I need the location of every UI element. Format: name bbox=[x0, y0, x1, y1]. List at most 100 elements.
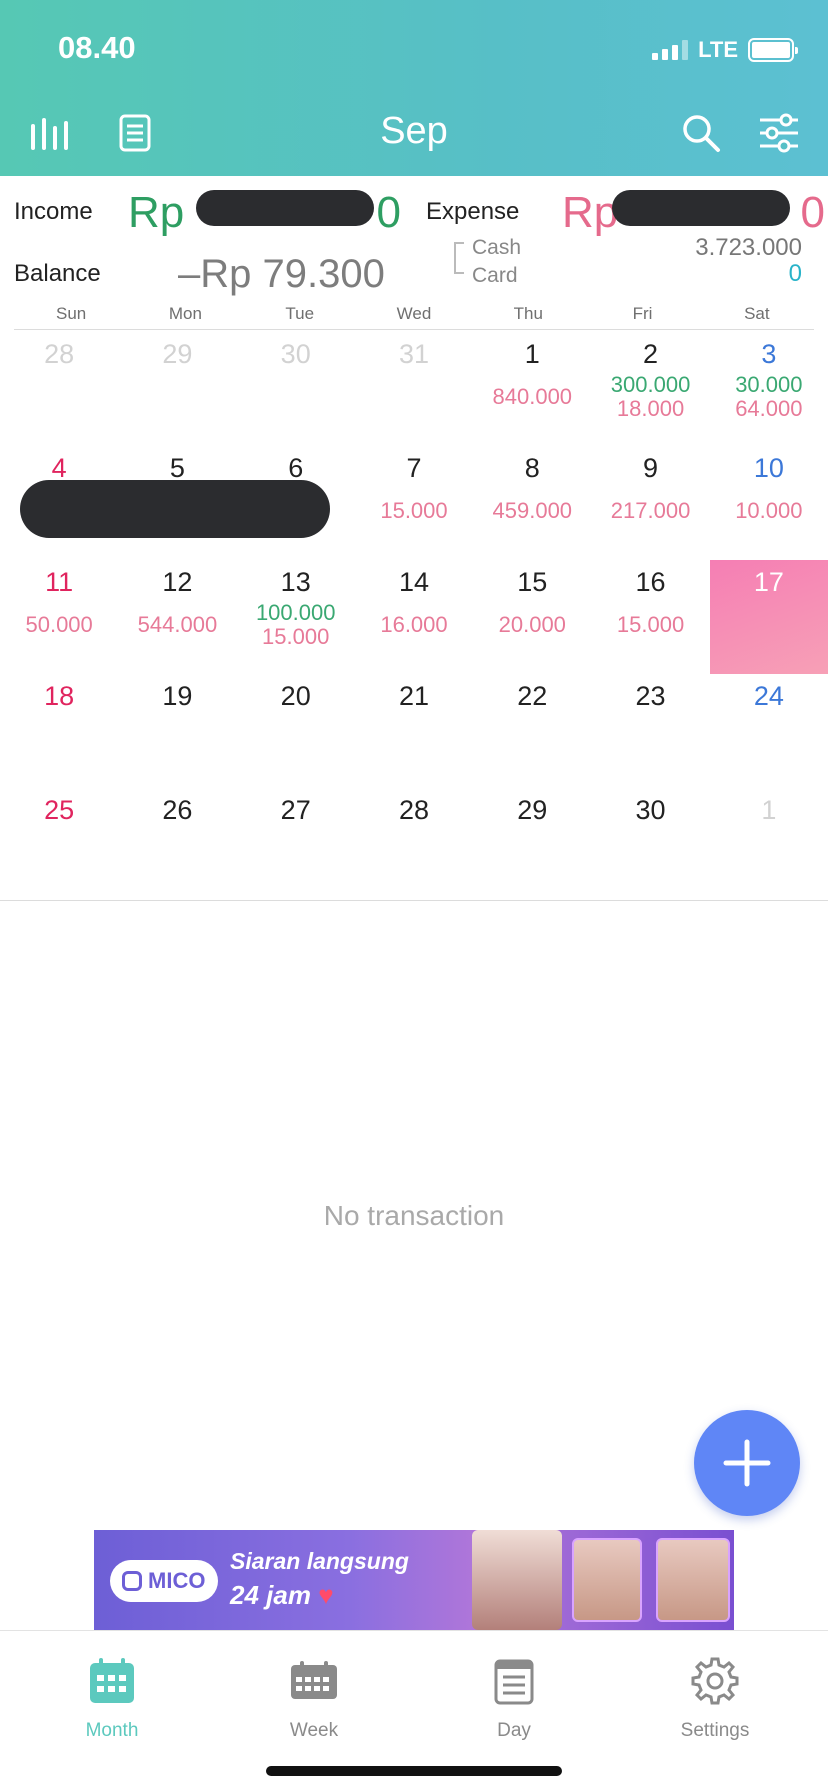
calendar-day[interactable]: 11 50.000 bbox=[0, 560, 118, 674]
day-number: 26 bbox=[162, 795, 193, 825]
weekday-label: Sun bbox=[56, 304, 87, 323]
home-indicator[interactable] bbox=[266, 1766, 562, 1776]
ad-photo bbox=[572, 1538, 642, 1622]
calendar-day[interactable]: 22 bbox=[473, 674, 591, 788]
day-number: 24 bbox=[753, 681, 784, 711]
day-number: 17 bbox=[753, 567, 784, 597]
status-indicators: LTE bbox=[652, 36, 798, 64]
calendar-day[interactable]: 3 30.000 64.000 bbox=[710, 332, 828, 446]
day-number: 21 bbox=[398, 681, 430, 711]
day-number: 31 bbox=[398, 339, 430, 369]
calendar-day[interactable]: 26 bbox=[118, 788, 236, 902]
day-expense: 15.000 bbox=[380, 498, 448, 523]
card-label: Card bbox=[472, 264, 518, 287]
calendar-week-icon bbox=[291, 1661, 337, 1699]
weekday-label: Tue bbox=[285, 304, 315, 323]
day-number: 29 bbox=[162, 339, 193, 369]
weekday-label: Sat bbox=[744, 304, 770, 323]
day-number: 1 bbox=[761, 795, 777, 825]
calendar-day[interactable]: 31 bbox=[355, 332, 473, 446]
calendar-day[interactable]: 15 20.000 bbox=[473, 560, 591, 674]
day-number: 8 bbox=[524, 453, 540, 483]
calendar-day[interactable]: 23 bbox=[591, 674, 709, 788]
calendar-day[interactable]: 25 bbox=[0, 788, 118, 902]
weekday-label: Mon bbox=[168, 304, 202, 323]
calendar-day[interactable]: 10 10.000 bbox=[710, 446, 828, 560]
day-number: 14 bbox=[398, 567, 430, 597]
day-number: 25 bbox=[44, 795, 75, 825]
tab-month[interactable]: Month bbox=[42, 1655, 182, 1742]
day-number: 3 bbox=[761, 339, 777, 369]
calendar-day[interactable]: 18 bbox=[0, 674, 118, 788]
network-label: LTE bbox=[698, 37, 738, 62]
calendar-day[interactable]: 24 bbox=[710, 674, 828, 788]
day-number: 11 bbox=[45, 567, 74, 597]
calendar-day[interactable]: 30 bbox=[591, 788, 709, 902]
calendar-day[interactable]: 21 bbox=[355, 674, 473, 788]
balance-value: –Rp 79.300 bbox=[178, 252, 385, 296]
day-number: 9 bbox=[643, 453, 659, 483]
calendar-day[interactable]: 28 bbox=[355, 788, 473, 902]
day-expense: 217.000 bbox=[610, 498, 691, 523]
calendar-day[interactable]: 20 bbox=[237, 674, 355, 788]
tab-week[interactable]: Week bbox=[244, 1655, 384, 1742]
day-number: 2 bbox=[643, 339, 659, 369]
calendar-day[interactable]: 1 bbox=[710, 788, 828, 902]
day-number: 13 bbox=[280, 567, 311, 597]
search-icon[interactable] bbox=[678, 110, 724, 156]
expense-label: Expense bbox=[426, 198, 520, 225]
day-expense: 544.000 bbox=[137, 612, 218, 637]
calendar-day-today[interactable]: 17 bbox=[709, 560, 828, 674]
calendar-day[interactable]: 14 16.000 bbox=[355, 560, 473, 674]
day-number: 22 bbox=[517, 681, 548, 711]
day-number: 10 bbox=[753, 453, 784, 483]
filter-icon[interactable] bbox=[756, 110, 802, 156]
tab-settings[interactable]: Settings bbox=[645, 1655, 785, 1742]
day-number: 23 bbox=[635, 681, 666, 711]
calendar-day[interactable]: 30 bbox=[237, 332, 355, 446]
calendar-day[interactable]: 1 840.000 bbox=[473, 332, 591, 446]
calendar-day-icon bbox=[494, 1659, 534, 1705]
weekday-label: Fri bbox=[632, 304, 653, 323]
calendar-day[interactable]: 2 300.000 18.000 bbox=[591, 332, 709, 446]
calendar-day[interactable]: 12 544.000 bbox=[118, 560, 236, 674]
divider bbox=[0, 900, 828, 901]
calendar-day[interactable]: 19 bbox=[118, 674, 236, 788]
balance-label: Balance bbox=[14, 260, 101, 287]
calendar-day[interactable]: 7 15.000 bbox=[355, 446, 473, 560]
calendar-day[interactable]: 27 bbox=[237, 788, 355, 902]
day-number: 19 bbox=[162, 681, 193, 711]
calendar-day[interactable]: 29 bbox=[118, 332, 236, 446]
gear-icon bbox=[691, 1657, 739, 1705]
plus-icon bbox=[723, 1439, 771, 1487]
day-number: 18 bbox=[44, 681, 75, 711]
mico-logo-icon bbox=[122, 1571, 142, 1591]
day-number: 30 bbox=[280, 339, 311, 369]
calendar-day[interactable]: 29 bbox=[473, 788, 591, 902]
weekday-label: Thu bbox=[513, 304, 543, 323]
day-number: 27 bbox=[280, 795, 311, 825]
cash-value: 3.723.000 bbox=[695, 234, 802, 261]
cash-card-labels: Cash Card bbox=[456, 234, 521, 290]
calendar-day[interactable]: 28 bbox=[0, 332, 118, 446]
add-transaction-button[interactable] bbox=[694, 1410, 800, 1516]
calendar-month-icon bbox=[90, 1658, 134, 1703]
tab-day[interactable]: Day bbox=[444, 1655, 584, 1742]
day-number: 12 bbox=[162, 567, 193, 597]
calendar-grid: 28 29 30 31 1 840.000 2 300.000 18.000 3 30.000 64.… bbox=[0, 332, 828, 902]
ad-photo bbox=[656, 1538, 730, 1622]
ad-banner[interactable]: MICO Siaran langsung 24 jam ♥ bbox=[94, 1530, 734, 1630]
calendar-day[interactable]: 13 100.000 15.000 bbox=[237, 560, 355, 674]
income-label: Income bbox=[14, 198, 93, 225]
redaction-mask bbox=[196, 190, 374, 226]
ad-headline: Siaran langsung bbox=[230, 1548, 409, 1574]
status-time: 08.40 bbox=[58, 30, 136, 65]
ad-photo bbox=[472, 1530, 562, 1630]
calendar-day[interactable]: 9 217.000 bbox=[591, 446, 709, 560]
day-income: 300.000 bbox=[610, 372, 691, 397]
weekday-header: Sun Mon Tue Wed Thu Fri Sat bbox=[14, 304, 814, 330]
calendar-day[interactable]: 8 459.000 bbox=[473, 446, 591, 560]
day-expense: 10.000 bbox=[735, 498, 803, 523]
summary-panel: Income Rp 0 Expense Rp 0 Balance –Rp 79.… bbox=[0, 176, 828, 306]
calendar-day[interactable]: 16 15.000 bbox=[591, 560, 709, 674]
